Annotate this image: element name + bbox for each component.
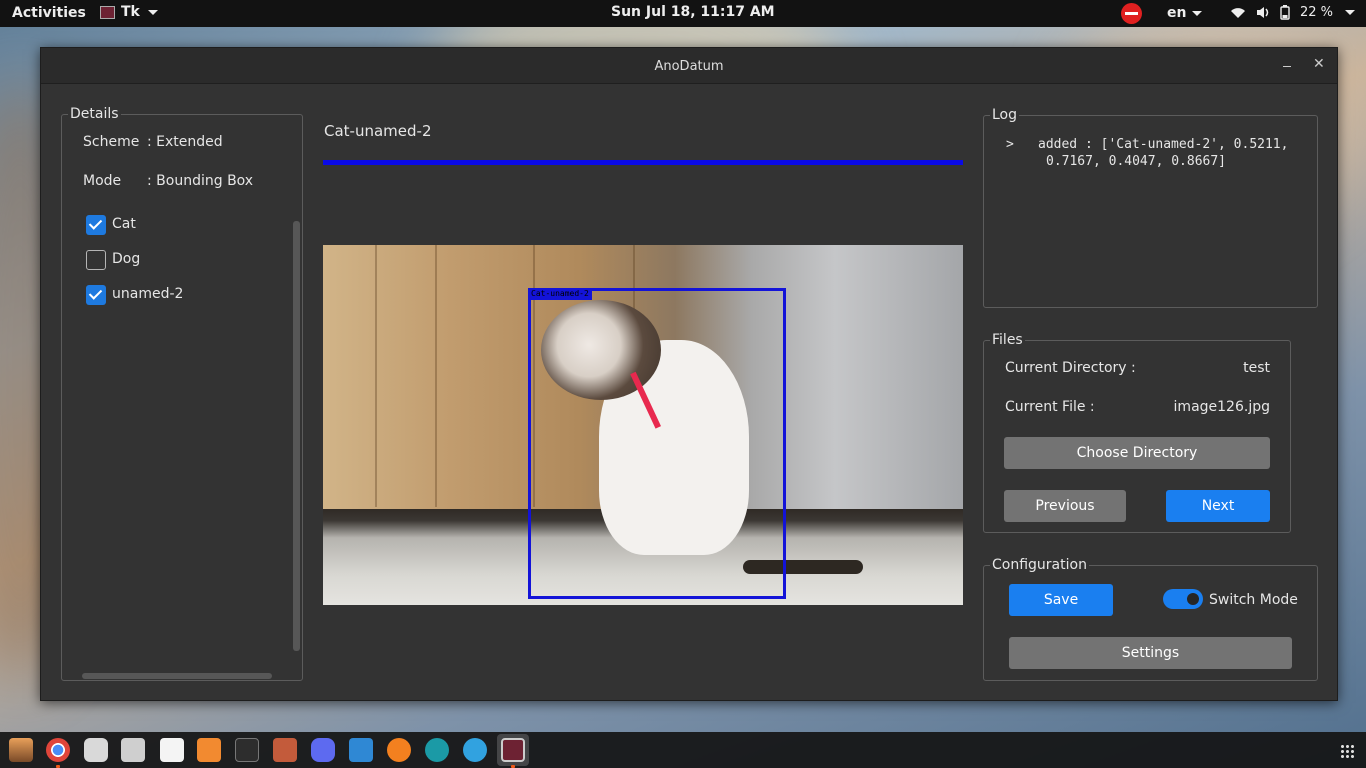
do-not-disturb-icon[interactable] <box>1121 3 1142 24</box>
tk-app-icon <box>100 5 115 19</box>
top-bar: Activities Tk Sun Jul 18, 11:17 AM en 22… <box>0 0 1366 27</box>
ubuntu-icon[interactable] <box>387 738 411 762</box>
language-label: en <box>1167 5 1187 21</box>
telegram-icon[interactable] <box>463 738 487 762</box>
battery-percent: 22 % <box>1300 5 1334 20</box>
files-panel: Files Current Directory : test Current F… <box>983 332 1291 533</box>
wifi-icon <box>1231 8 1245 18</box>
app-menu-label: Tk <box>121 4 140 20</box>
vscode-icon[interactable] <box>349 738 373 762</box>
previous-button[interactable]: Previous <box>1004 490 1126 522</box>
details-panel: Details Scheme : Extended Mode : Boundin… <box>61 106 303 681</box>
software-center-icon[interactable] <box>197 738 221 762</box>
class-checkbox-dog[interactable] <box>86 250 106 270</box>
configuration-legend: Configuration <box>990 557 1089 573</box>
switch-mode-toggle[interactable] <box>1163 589 1203 609</box>
bounding-box-label: Cat-unamed-2 <box>528 288 592 300</box>
save-button[interactable]: Save <box>1009 584 1113 616</box>
battery-icon <box>1280 5 1290 20</box>
class-checkbox-cat[interactable] <box>86 215 106 235</box>
text-editor-icon[interactable] <box>160 738 184 762</box>
annotation-canvas[interactable]: Cat-unamed-2 <box>323 245 963 605</box>
app-window: AnoDatum ✕ Details Scheme : Extended Mod… <box>40 47 1338 701</box>
details-horizontal-scrollbar[interactable] <box>82 673 272 679</box>
cabinet-seam <box>435 245 437 507</box>
current-file-value: image126.jpg <box>1173 399 1270 415</box>
window-titlebar[interactable]: AnoDatum ✕ <box>41 48 1337 84</box>
volume-icon <box>1257 7 1269 18</box>
discord-icon[interactable] <box>311 738 335 762</box>
chevron-down-icon <box>1345 10 1356 15</box>
settings-button[interactable]: Settings <box>1009 637 1292 669</box>
next-button[interactable]: Next <box>1166 490 1270 522</box>
close-button[interactable]: ✕ <box>1313 56 1325 72</box>
current-file-label: Current File : <box>1005 399 1095 415</box>
app-menu[interactable]: Tk <box>100 4 158 20</box>
calculator-icon[interactable] <box>121 738 145 762</box>
choose-directory-button[interactable]: Choose Directory <box>1004 437 1270 469</box>
log-legend: Log <box>990 107 1020 123</box>
current-directory-label: Current Directory : <box>1005 360 1136 376</box>
configuration-panel: Configuration Save Switch Mode Settings <box>983 557 1318 681</box>
scheme-label: Scheme <box>83 134 140 150</box>
disk-icon[interactable] <box>84 738 108 762</box>
activities-button[interactable]: Activities <box>12 5 86 21</box>
files-icon[interactable] <box>9 738 33 762</box>
details-vertical-scrollbar[interactable] <box>293 221 300 651</box>
system-menu[interactable]: 22 % <box>1230 5 1356 20</box>
files-legend: Files <box>990 332 1025 348</box>
chevron-down-icon <box>1192 10 1203 16</box>
chrome-icon[interactable] <box>46 738 70 762</box>
image-title: Cat-unamed-2 <box>324 122 432 140</box>
class-checkbox-unamed-2[interactable] <box>86 285 106 305</box>
cabinet-seam <box>375 245 377 507</box>
chevron-down-icon <box>147 9 158 15</box>
dock <box>0 732 1366 768</box>
tweaks-icon[interactable] <box>273 738 297 762</box>
progress-bar <box>323 160 963 165</box>
mode-label: Mode <box>83 173 122 189</box>
class-label-unamed-2: unamed-2 <box>112 286 184 302</box>
clock[interactable]: Sun Jul 18, 11:17 AM <box>611 4 775 20</box>
class-label-cat: Cat <box>112 216 136 232</box>
arduino-icon[interactable] <box>425 738 449 762</box>
log-line: 0.7167, 0.4047, 0.8667] <box>1046 154 1227 169</box>
bounding-box[interactable] <box>528 288 786 599</box>
mode-value: : Bounding Box <box>147 173 254 189</box>
minimize-button[interactable] <box>1281 58 1295 72</box>
class-label-dog: Dog <box>112 251 141 267</box>
log-line: added : ['Cat-unamed-2', 0.5211, <box>1038 137 1289 152</box>
current-directory-value: test <box>1243 360 1270 376</box>
details-legend: Details <box>68 106 121 122</box>
scheme-value: : Extended <box>147 134 223 150</box>
terminal-icon[interactable] <box>235 738 259 762</box>
log-panel: Log > added : ['Cat-unamed-2', 0.5211, 0… <box>983 107 1318 308</box>
window-title: AnoDatum <box>654 59 724 74</box>
show-apps-icon[interactable] <box>1340 744 1354 758</box>
tk-window-icon <box>501 738 525 762</box>
language-menu[interactable]: en <box>1167 5 1203 21</box>
switch-mode-label: Switch Mode <box>1209 592 1298 608</box>
log-prompt: > <box>1006 137 1014 152</box>
